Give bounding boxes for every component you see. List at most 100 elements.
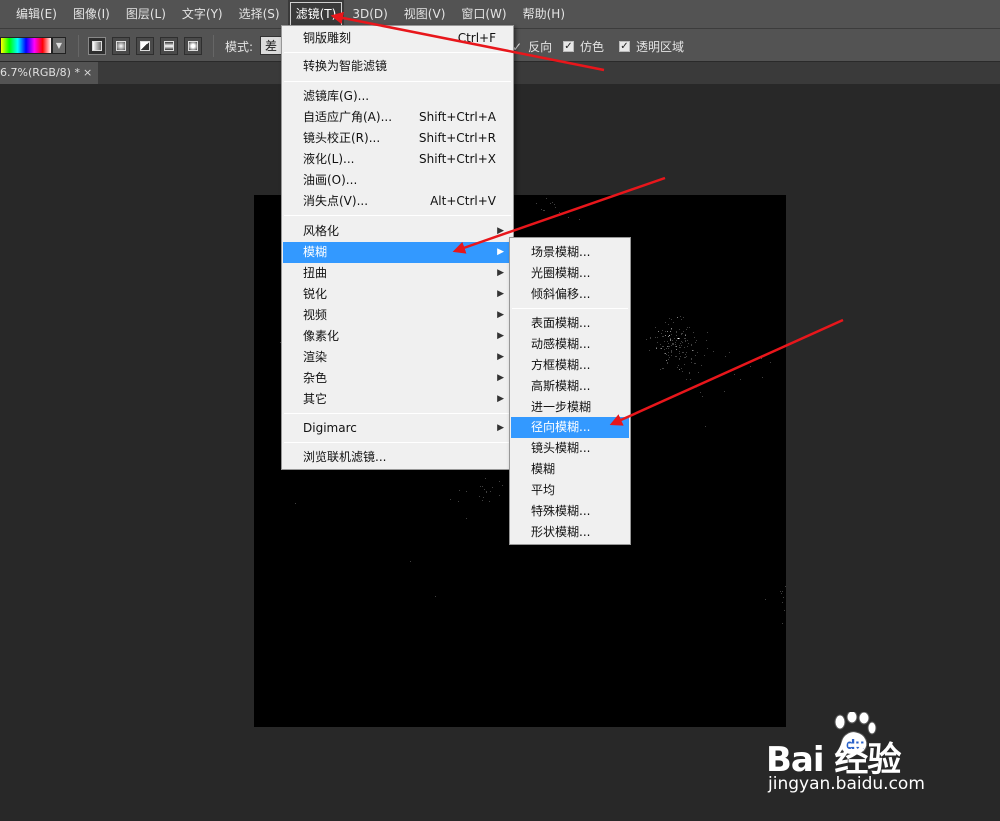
document-tab-title: 6.7%(RGB/8) * [0, 66, 80, 79]
menu-item-label: 液化(L)... [303, 152, 355, 166]
filter-menu-item[interactable]: 液化(L)... Shift+Ctrl+X [283, 149, 512, 170]
menu-item-label: 杂色 [303, 371, 328, 385]
menu-item-label: 风格化 [303, 224, 340, 238]
menu-type[interactable]: 文字(Y) [174, 0, 231, 28]
angle-gradient-button[interactable] [136, 37, 154, 55]
filter-menu-item[interactable]: 锐化 ▶ [283, 284, 512, 305]
menu-item-label: 进一步模糊 [531, 400, 592, 414]
menu-item-label: Digimarc [303, 421, 357, 435]
menu-image[interactable]: 图像(I) [65, 0, 118, 28]
reflected-gradient-button[interactable] [160, 37, 178, 55]
menu-item-label: 倾斜偏移... [531, 287, 591, 301]
menu-item-label: 浏览联机滤镜... [303, 450, 387, 464]
menu-edit[interactable]: 编辑(E) [8, 0, 65, 28]
checkmark-icon: ✓ [619, 41, 630, 52]
blur-submenu-item[interactable]: 平均 [511, 480, 629, 501]
filter-menu-item[interactable]: 风格化 ▶ [283, 221, 512, 242]
gradient-picker[interactable] [0, 37, 52, 54]
divider [213, 35, 214, 57]
blur-submenu: 场景模糊... 光圈模糊... 倾斜偏移... 表面模糊... 动感模糊... … [509, 237, 631, 545]
menu-item-label: 视频 [303, 308, 328, 322]
menu-item-label: 油画(O)... [303, 173, 358, 187]
menu-item-label: 光圈模糊... [531, 266, 591, 280]
filter-menu-item[interactable]: 铜版雕刻 Ctrl+F [283, 28, 512, 49]
close-icon[interactable]: × [83, 62, 92, 84]
filter-menu-item[interactable]: Digimarc ▶ [283, 418, 512, 439]
menu-item-label: 径向模糊... [531, 420, 591, 434]
menu-item-label: 场景模糊... [531, 245, 591, 259]
filter-menu-item-blur[interactable]: 模糊 ▶ [283, 242, 512, 263]
filter-menu-item[interactable]: 渲染 ▶ [283, 347, 512, 368]
blur-submenu-item[interactable]: 进一步模糊 [511, 397, 629, 418]
reverse-label: 反向 [528, 40, 553, 54]
submenu-arrow-icon: ▶ [497, 394, 504, 404]
menu-item-shortcut: Shift+Ctrl+R [418, 131, 496, 145]
blur-submenu-item[interactable]: 表面模糊... [511, 313, 629, 334]
blur-submenu-item[interactable]: 动感模糊... [511, 334, 629, 355]
filter-menu-item[interactable]: 油画(O)... [283, 170, 512, 191]
dither-label: 仿色 [580, 40, 605, 54]
blur-submenu-item[interactable]: 场景模糊... [511, 242, 629, 263]
menu-item-label: 高斯模糊... [531, 379, 591, 393]
radial-gradient-button[interactable] [112, 37, 130, 55]
menu-filter[interactable]: 滤镜(T) [287, 0, 345, 28]
menu-select[interactable]: 选择(S) [231, 0, 288, 28]
blur-submenu-item[interactable]: 倾斜偏移... [511, 284, 629, 305]
menu-3d[interactable]: 3D(D) [344, 0, 395, 28]
linear-gradient-button[interactable] [88, 37, 106, 55]
baidu-jingyan-watermark: du Bai 经验 jingyan.baidu.com [766, 712, 956, 802]
menu-item-shortcut: Shift+Ctrl+A [419, 110, 496, 124]
submenu-arrow-icon: ▶ [497, 268, 504, 278]
blur-submenu-item[interactable]: 模糊 [511, 459, 629, 480]
menu-separator [284, 442, 511, 443]
reverse-checkbox[interactable]: ✓ 反向 [512, 38, 552, 55]
menu-item-label: 模糊 [303, 245, 328, 259]
filter-menu-item[interactable]: 消失点(V)... Alt+Ctrl+V [283, 191, 512, 212]
filter-menu-item[interactable]: 浏览联机滤镜... [283, 447, 512, 468]
blur-submenu-item-radial-blur[interactable]: 径向模糊... [511, 417, 629, 438]
menu-layer[interactable]: 图层(L) [118, 0, 174, 28]
menu-item-label: 表面模糊... [531, 316, 591, 330]
blur-submenu-item[interactable]: 光圈模糊... [511, 263, 629, 284]
menu-separator [284, 52, 511, 53]
submenu-arrow-icon: ▶ [497, 373, 504, 383]
menu-item-label: 方框模糊... [531, 358, 591, 372]
submenu-arrow-icon: ▶ [497, 247, 504, 257]
blur-submenu-item[interactable]: 高斯模糊... [511, 376, 629, 397]
filter-menu-item[interactable]: 杂色 ▶ [283, 368, 512, 389]
submenu-arrow-icon: ▶ [497, 423, 504, 433]
menu-item-label: 转换为智能滤镜 [303, 59, 388, 73]
diamond-gradient-button[interactable] [184, 37, 202, 55]
filter-menu-item[interactable]: 视频 ▶ [283, 305, 512, 326]
menu-help[interactable]: 帮助(H) [515, 0, 573, 28]
menu-view[interactable]: 视图(V) [396, 0, 454, 28]
transparency-checkbox[interactable]: ✓ 透明区域 [619, 38, 684, 55]
filter-menu-item[interactable]: 其它 ▶ [283, 389, 512, 410]
menu-item-label: 其它 [303, 392, 328, 406]
menu-separator [284, 215, 511, 216]
filter-menu-item[interactable]: 像素化 ▶ [283, 326, 512, 347]
checkmark-icon: ✓ [563, 41, 574, 52]
filter-menu-item[interactable]: 镜头校正(R)... Shift+Ctrl+R [283, 128, 512, 149]
menu-separator [284, 413, 511, 414]
mode-label: 模式: [225, 40, 254, 54]
filter-menu-item[interactable]: 自适应广角(A)... Shift+Ctrl+A [283, 107, 512, 128]
blur-submenu-item[interactable]: 特殊模糊... [511, 501, 629, 522]
menu-item-shortcut: Shift+Ctrl+X [419, 152, 496, 166]
menu-item-label: 动感模糊... [531, 337, 591, 351]
menu-item-shortcut: Alt+Ctrl+V [430, 194, 496, 208]
filter-menu-item[interactable]: 转换为智能滤镜 [283, 56, 512, 77]
filter-menu-item[interactable]: 扭曲 ▶ [283, 263, 512, 284]
blur-submenu-item[interactable]: 形状模糊... [511, 522, 629, 543]
filter-menu-item[interactable]: 滤镜库(G)... [283, 86, 512, 107]
menu-window[interactable]: 窗口(W) [453, 0, 514, 28]
blur-submenu-item[interactable]: 镜头模糊... [511, 438, 629, 459]
menu-item-label: 镜头模糊... [531, 441, 591, 455]
blur-submenu-item[interactable]: 方框模糊... [511, 355, 629, 376]
menu-item-label: 特殊模糊... [531, 504, 591, 518]
divider [78, 35, 79, 57]
dither-checkbox[interactable]: ✓ 仿色 [563, 38, 604, 55]
menu-item-label: 铜版雕刻 [303, 31, 352, 45]
menu-item-label: 平均 [531, 483, 556, 497]
chevron-down-icon[interactable]: ▼ [52, 37, 66, 54]
